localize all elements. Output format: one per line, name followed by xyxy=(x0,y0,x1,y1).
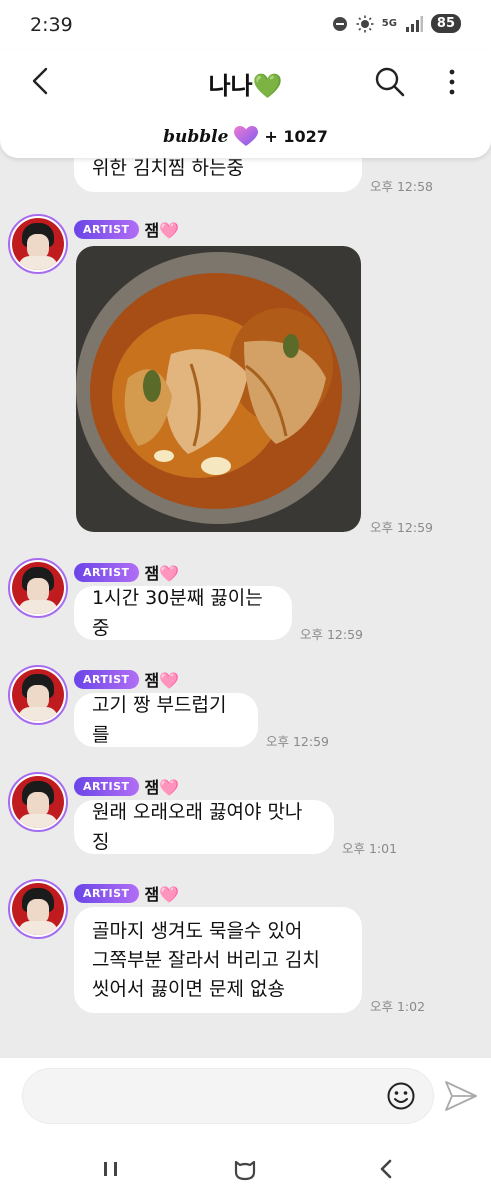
chat-messages[interactable]: 위한 김치찜 하는중 오후 12:58 ARTIST 잼🩷 오후 12:59 A… xyxy=(0,150,491,1058)
bubble-count: + 1027 xyxy=(264,127,328,146)
message-time: 오후 1:02 xyxy=(370,999,426,1014)
home-icon[interactable] xyxy=(232,1156,258,1182)
message-input[interactable] xyxy=(22,1068,434,1124)
more-vertical-icon[interactable] xyxy=(440,66,464,98)
message-time: 오후 12:59 xyxy=(300,627,363,642)
recents-icon[interactable] xyxy=(98,1156,124,1182)
sender-name: 잼🩷 xyxy=(144,564,180,583)
avatar[interactable] xyxy=(8,879,68,939)
send-icon[interactable] xyxy=(444,1080,478,1112)
sender-name: 잼🩷 xyxy=(144,221,180,240)
sender-row: ARTIST 잼🩷 xyxy=(74,667,179,691)
search-icon[interactable] xyxy=(374,66,406,98)
system-nav-bar xyxy=(0,1140,491,1200)
status-bar: 2:39 5G 85 xyxy=(0,0,491,50)
message-text: 원래 오래오래 끓여야 맛나징 xyxy=(92,801,303,853)
message-time: 오후 12:59 xyxy=(370,520,433,535)
brightness-icon xyxy=(356,15,374,32)
status-time: 2:39 xyxy=(30,14,73,36)
chat-title: 나나💚 xyxy=(208,72,283,100)
message-text: 1시간 30분째 끓이는중 xyxy=(92,587,263,639)
sender-name: 잼🩷 xyxy=(144,885,180,904)
message-text-line: 골마지 생겨도 묵을수 있어 xyxy=(92,919,303,942)
sender-name: 잼🩷 xyxy=(144,671,180,690)
battery-level: 85 xyxy=(430,14,461,33)
network-type-label: 5G xyxy=(381,18,397,29)
message-text-line: 그쪽부분 잘라서 버리고 김치 xyxy=(92,948,320,971)
artist-badge: ARTIST xyxy=(74,562,139,582)
artist-badge: ARTIST xyxy=(74,883,139,903)
message-time: 오후 12:59 xyxy=(266,734,329,749)
message-input-area xyxy=(0,1058,491,1140)
sender-row: ARTIST 잼🩷 xyxy=(74,560,179,584)
sender-row: ARTIST 잼🩷 xyxy=(74,881,179,905)
signal-icon xyxy=(405,15,423,32)
message-bubble: 1시간 30분째 끓이는중 xyxy=(74,586,292,640)
message-bubble: 골마지 생겨도 묵을수 있어 그쪽부분 잘라서 버리고 김치 씻어서 끓이면 문… xyxy=(74,907,362,1013)
artist-badge: ARTIST xyxy=(74,776,139,796)
status-icons: 5G 85 xyxy=(332,14,461,33)
message-text: 고기 짱 부드럽기를 xyxy=(92,694,227,746)
heart-icon xyxy=(234,126,259,146)
kimchi-stew-photo xyxy=(76,246,361,532)
message-time: 오후 12:58 xyxy=(370,179,433,194)
bubble-logo: bubble xyxy=(163,126,229,147)
chat-header: 나나💚 bubble + 1027 xyxy=(0,50,491,158)
do-not-disturb-icon xyxy=(332,16,347,31)
smiley-icon[interactable] xyxy=(386,1081,416,1111)
message-bubble: 원래 오래오래 끓여야 맛나징 xyxy=(74,800,334,854)
artist-badge: ARTIST xyxy=(74,669,139,689)
bubble-subscription[interactable]: bubble + 1027 xyxy=(0,126,491,147)
back-icon[interactable] xyxy=(374,1156,400,1182)
avatar[interactable] xyxy=(8,665,68,725)
message-text-line: 씻어서 끓이면 문제 없숑 xyxy=(92,977,285,1000)
sender-row: ARTIST 잼🩷 xyxy=(74,774,179,798)
message-time: 오후 1:01 xyxy=(342,841,398,856)
artist-badge: ARTIST xyxy=(74,219,139,239)
sender-row: ARTIST 잼🩷 xyxy=(74,217,179,241)
message-photo[interactable] xyxy=(76,246,361,532)
sender-name: 잼🩷 xyxy=(144,778,180,797)
message-bubble: 고기 짱 부드럽기를 xyxy=(74,693,258,747)
avatar[interactable] xyxy=(8,772,68,832)
avatar[interactable] xyxy=(8,214,68,274)
avatar[interactable] xyxy=(8,558,68,618)
